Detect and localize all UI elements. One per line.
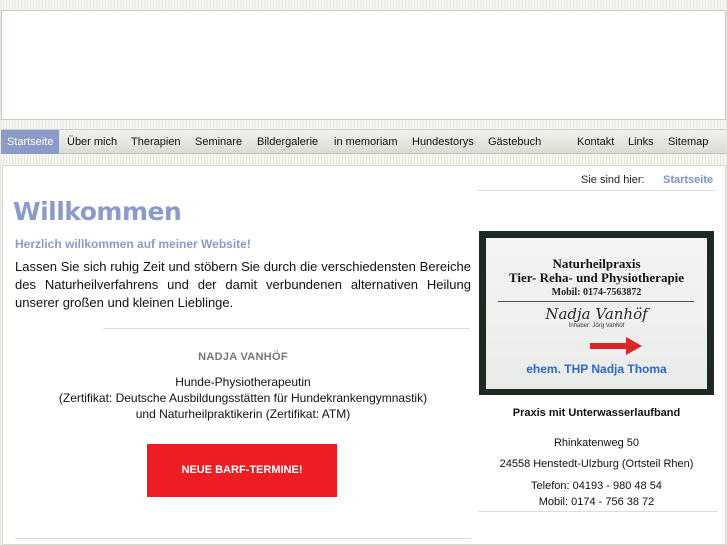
header-banner [1, 10, 726, 120]
contact-phone: Telefon: 04193 - 980 48 54 [531, 480, 662, 492]
nav-item-links[interactable]: Links [628, 130, 654, 154]
content-area: Sie sind hier: Startseite Willkommen Her… [2, 165, 726, 545]
owner-name: NADJA VANHÖF [198, 351, 288, 363]
sign-overlay-caption: ehem. THP Nadja Thoma [526, 362, 667, 376]
page-title: Willkommen [13, 197, 182, 226]
contact-mobile: Mobil: 0174 - 756 38 72 [538, 496, 655, 508]
owner-qualifications: Hunde-Physiotherapeutin (Zertifikat: Deu… [15, 374, 471, 422]
nav-item-startseite[interactable]: Startseite [1, 130, 60, 154]
barf-termine-button[interactable]: NEUE BARF-TERMINE! [147, 444, 337, 497]
nav-item-therapien[interactable]: Therapien [131, 130, 181, 154]
practice-sign-photo: Naturheilpraxis Tier- Reha- und Physioth… [479, 231, 714, 395]
address-street: Rhinkatenweg 50 [553, 437, 639, 449]
sign-board: Naturheilpraxis Tier- Reha- und Physioth… [486, 238, 707, 389]
nav-item-in-memoriam[interactable]: in memoriam [334, 130, 398, 154]
sign-signature: Nadja Vanhöf [545, 305, 648, 323]
arrow-right-icon [590, 337, 642, 355]
sign-inhaber: Inhaber: Jörg Vanhöf [568, 323, 625, 329]
breadcrumb-divider [477, 190, 717, 191]
welcome-subtitle: Herzlich willkommen auf meiner Website! [15, 237, 251, 251]
owner-line: Hunde-Physiotherapeutin [175, 375, 311, 389]
section-divider [103, 328, 470, 329]
sign-rule [498, 301, 694, 302]
main-navigation: Startseite Über mich Therapien Seminare … [1, 129, 726, 154]
nav-item-sitemap[interactable]: Sitemap [668, 130, 708, 154]
breadcrumb-label: Sie sind hier: [581, 174, 645, 186]
breadcrumb-current-link[interactable]: Startseite [663, 174, 713, 186]
owner-line: und Naturheilpraktikerin (Zertifikat: AT… [135, 407, 351, 421]
nav-item-seminare[interactable]: Seminare [195, 130, 242, 154]
owner-line: (Zertifikat: Deutsche Ausbildungsstätten… [58, 391, 428, 405]
intro-paragraph: Lassen Sie sich ruhig Zeit und stöbern S… [15, 259, 471, 310]
bottom-divider [15, 538, 471, 539]
practice-name: Praxis mit Unterwasserlaufband [512, 407, 681, 419]
nav-item-gaestebuch[interactable]: Gästebuch [488, 130, 541, 154]
sign-subtitle: Tier- Reha- und Physiotherapie [508, 270, 685, 285]
nav-item-ueber-mich[interactable]: Über mich [67, 130, 117, 154]
nav-item-bildergalerie[interactable]: Bildergalerie [257, 130, 318, 154]
nav-item-hundestorys[interactable]: Hundestorys [412, 130, 474, 154]
nav-item-kontakt[interactable]: Kontakt [577, 130, 614, 154]
address-divider [478, 511, 718, 512]
address-city: 24558 Henstedt-Ulzburg (Ortsteil Rhen) [499, 458, 694, 470]
sign-phone: Mobil: 0174-7563872 [551, 287, 642, 298]
